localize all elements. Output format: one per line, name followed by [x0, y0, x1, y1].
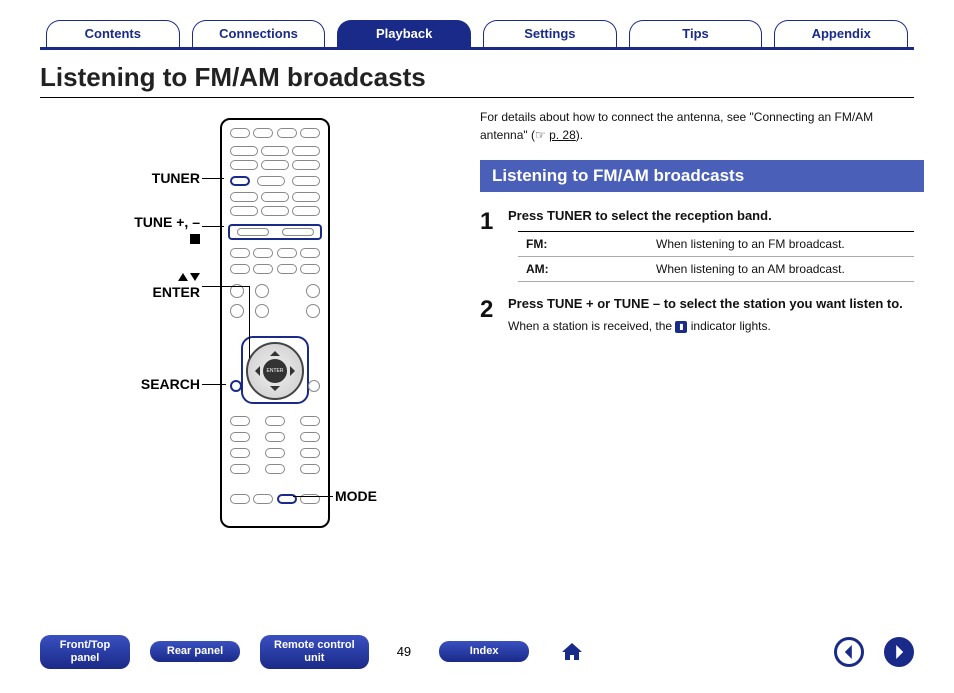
tab-connections[interactable]: Connections: [186, 20, 332, 47]
top-tabs: Contents Connections Playback Settings T…: [40, 20, 914, 50]
bottom-bar: Front/Top panel Rear panel Remote contro…: [40, 635, 914, 669]
remote-control-button[interactable]: Remote control unit: [260, 635, 369, 669]
tuned-indicator-icon: ▮: [675, 321, 687, 333]
callout-search: SEARCH: [30, 376, 200, 392]
tab-appendix[interactable]: Appendix: [768, 20, 914, 47]
instructions-column: For details about how to connect the ant…: [460, 108, 924, 558]
home-icon[interactable]: [559, 639, 585, 665]
remote-tuner-button: [230, 176, 250, 186]
remote-tune-buttons: [228, 224, 322, 240]
front-top-panel-button[interactable]: Front/Top panel: [40, 635, 130, 669]
remote-outline: ENTER: [220, 118, 330, 528]
rear-panel-button[interactable]: Rear panel: [150, 641, 240, 662]
page-link[interactable]: p. 28: [549, 128, 576, 142]
index-button[interactable]: Index: [439, 641, 529, 662]
remote-illustration: ENTER: [30, 108, 460, 558]
tab-contents[interactable]: Contents: [40, 20, 186, 47]
step-1-title: Press TUNER to select the reception band…: [508, 208, 924, 223]
callout-tune: TUNE +, –: [30, 214, 200, 246]
callout-enter: ENTER: [30, 268, 200, 300]
tab-tips[interactable]: Tips: [623, 20, 769, 47]
band-table: FM: When listening to an FM broadcast. A…: [518, 231, 914, 282]
page-number: 49: [397, 644, 411, 659]
step-2-title: Press TUNE + or TUNE – to select the sta…: [508, 296, 924, 311]
step-2: 2 Press TUNE + or TUNE – to select the s…: [480, 296, 924, 333]
tab-settings[interactable]: Settings: [477, 20, 623, 47]
next-page-button[interactable]: [884, 637, 914, 667]
remote-search-button: [230, 380, 242, 392]
callout-mode: MODE: [335, 488, 415, 504]
table-row: AM: When listening to an AM broadcast.: [518, 257, 914, 282]
prev-page-button[interactable]: [834, 637, 864, 667]
step-1: 1 Press TUNER to select the reception ba…: [480, 208, 924, 282]
section-heading: Listening to FM/AM broadcasts: [480, 160, 924, 192]
remote-dpad: ENTER: [246, 342, 304, 400]
intro-text: For details about how to connect the ant…: [480, 108, 924, 144]
step-2-note: When a station is received, the ▮ indica…: [508, 319, 924, 333]
callout-tuner: TUNER: [30, 170, 200, 186]
page-title: Listening to FM/AM broadcasts: [40, 62, 914, 98]
tab-playback[interactable]: Playback: [331, 20, 477, 47]
table-row: FM: When listening to an FM broadcast.: [518, 232, 914, 257]
